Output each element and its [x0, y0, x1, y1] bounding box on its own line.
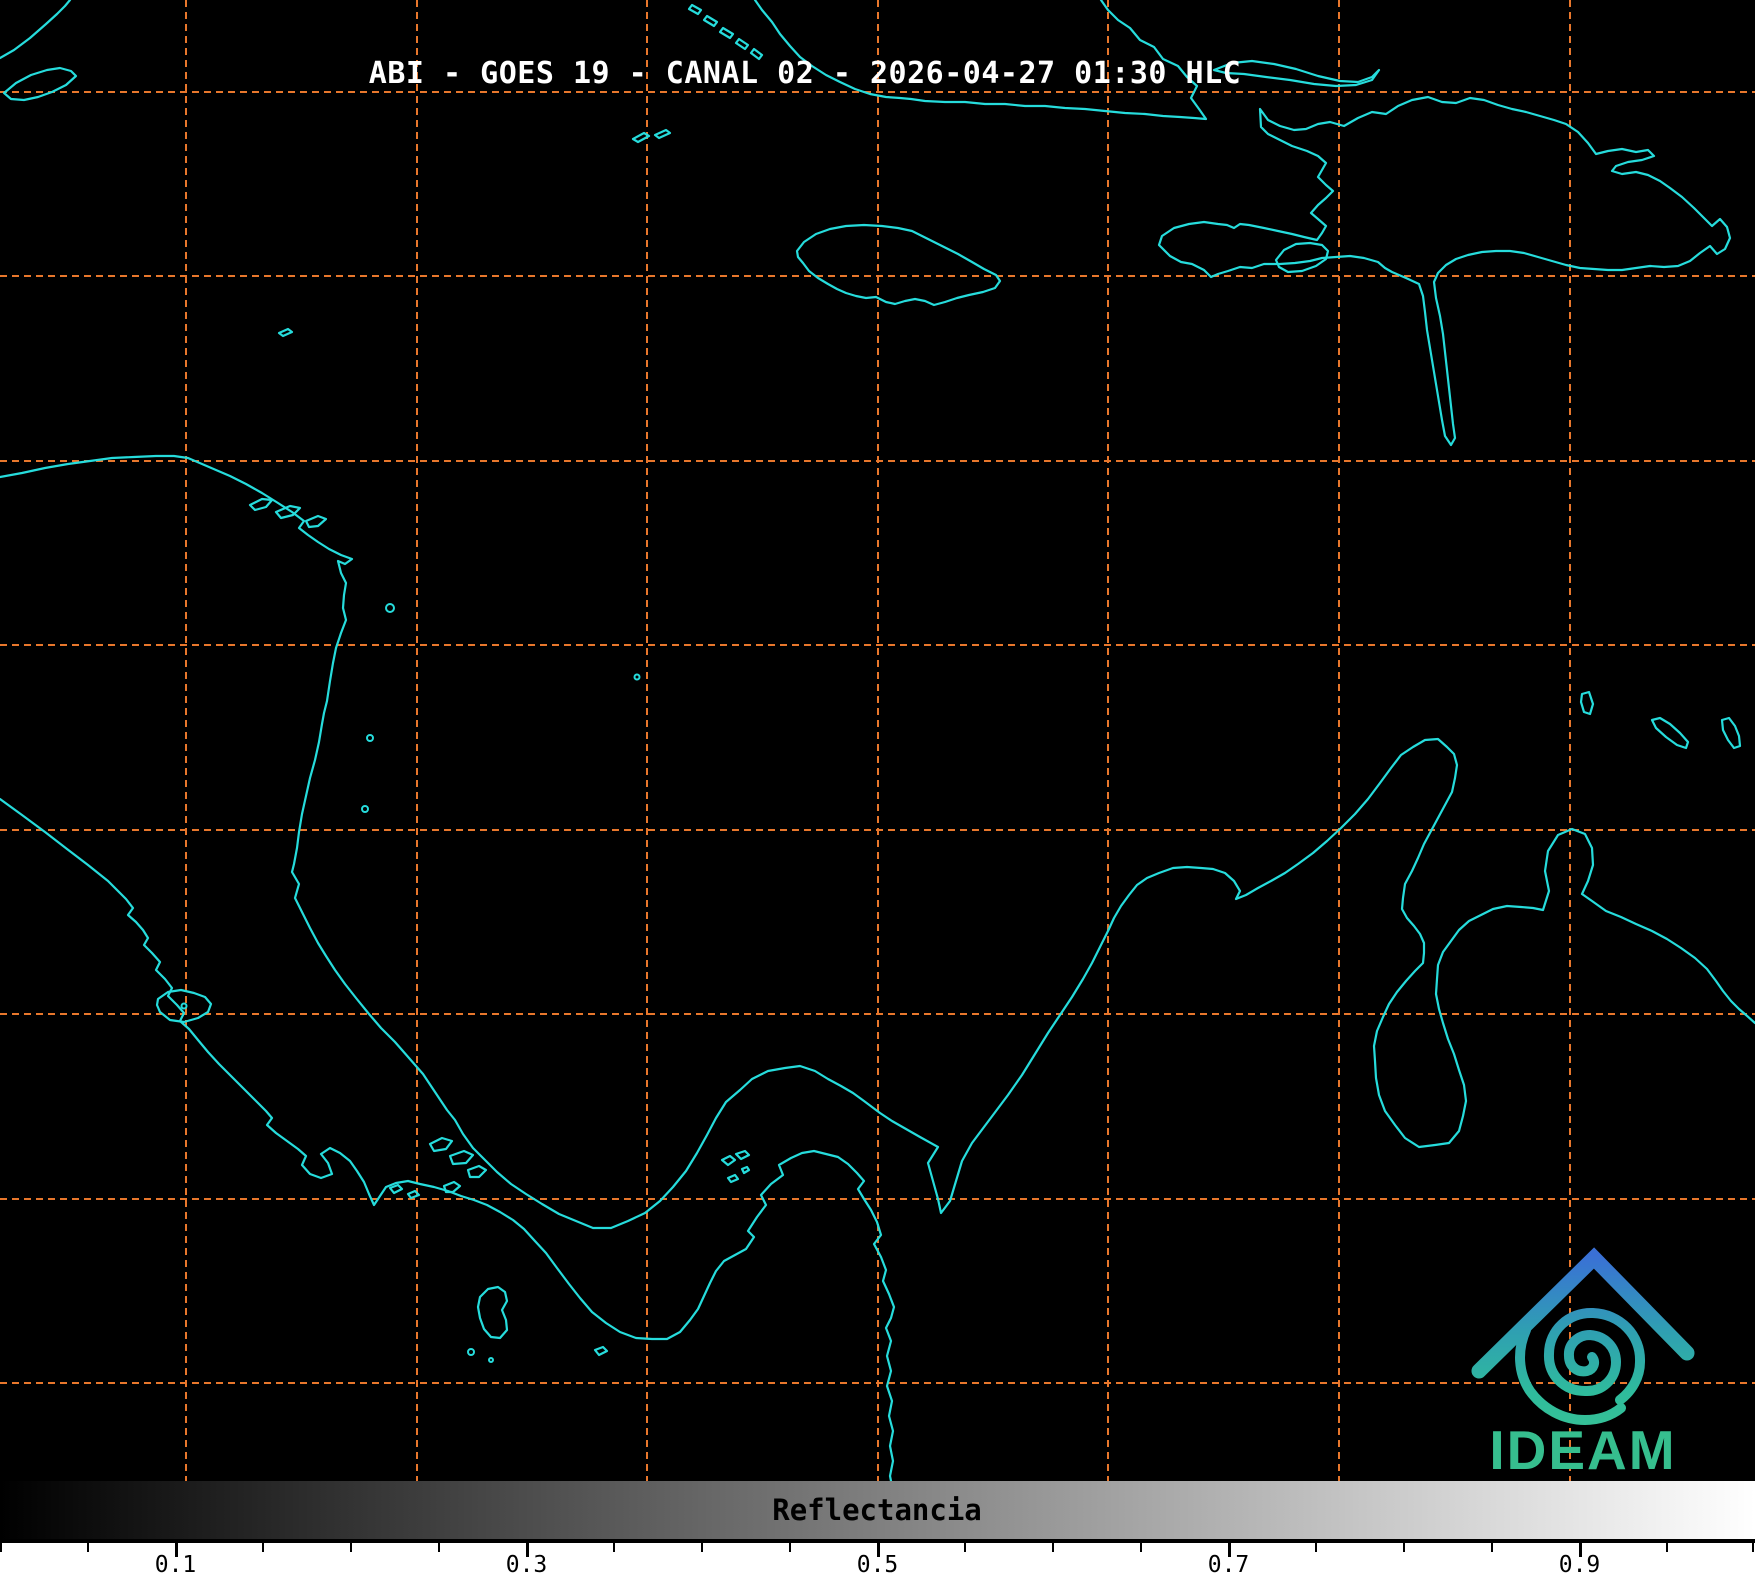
colorbar-tick — [1666, 1543, 1669, 1552]
ideam-logo: IDEAM — [1471, 1247, 1695, 1481]
coast-cuba-key-1 — [687, 3, 703, 16]
colorbar-tick — [613, 1543, 616, 1552]
coast-cayman-brac — [631, 131, 651, 144]
colorbar-tick-label: 0.7 — [1207, 1552, 1250, 1577]
colorbar-tick — [262, 1543, 265, 1552]
coast-cuba-key-3 — [718, 26, 735, 40]
coast-isla-juventud — [2, 66, 78, 102]
coast-bocas-island-3 — [466, 1164, 488, 1179]
colorbar-tick — [701, 1543, 703, 1552]
satellite-image-viewport: IDEAM ABI - GOES 19 - CANAL 02 - 2026-04… — [0, 0, 1755, 1577]
san-andres-island-dot — [361, 805, 369, 813]
colorbar-tick-label: 0.5 — [856, 1552, 899, 1577]
providencia-island-dot — [366, 734, 374, 742]
satellite-map-canvas: IDEAM — [0, 0, 1755, 1481]
coast-bocas-island-4 — [442, 1180, 462, 1194]
coast-cuba-key-4 — [734, 37, 750, 51]
coast-lake-nicaragua — [155, 988, 213, 1024]
colorbar-tick — [437, 1543, 440, 1552]
coast-jamaica — [795, 223, 1002, 307]
coast-grand-cayman — [277, 327, 294, 338]
colorbar-axis: 0.1 0.3 0.5 0.7 0.9 — [0, 1543, 1755, 1577]
colorbar-tick — [1403, 1543, 1405, 1552]
colorbar-tick — [0, 1543, 2, 1552]
colorbar-tick — [1315, 1543, 1318, 1552]
coast-bocas-island-2 — [448, 1149, 475, 1166]
ideam-logo-text: IDEAM — [1489, 1419, 1676, 1481]
coast-hispaniola — [1157, 95, 1732, 447]
coast-roatan — [248, 497, 274, 512]
coiba-small-island-dot — [467, 1348, 475, 1356]
coast-bay-island — [304, 514, 328, 529]
coast-pearl-island-3 — [726, 1173, 740, 1184]
coast-pearl-island-4 — [740, 1165, 751, 1175]
coast-chiriqui-island-1 — [388, 1183, 404, 1195]
colorbar-tick-label: 0.1 — [154, 1552, 197, 1577]
coast-pearl-island-2 — [734, 1149, 751, 1161]
colorbar-tick-label: 0.9 — [1558, 1552, 1601, 1577]
coast-cuba-key-2 — [702, 14, 719, 28]
colorbar-tick — [86, 1543, 89, 1552]
coiba-small-island-dot-2 — [488, 1357, 494, 1363]
colorbar-tick — [350, 1543, 352, 1552]
coast-azuero-islet — [593, 1345, 609, 1357]
colorbar-tick — [788, 1543, 791, 1552]
graticule — [0, 0, 1755, 1481]
colorbar-tick-label: 0.3 — [505, 1552, 548, 1577]
colorbar-tick — [1139, 1543, 1142, 1552]
coast-pearl-island-1 — [720, 1154, 737, 1167]
coast-aruba — [1579, 690, 1595, 716]
image-title: ABI - GOES 19 - CANAL 02 - 2026-04-27 01… — [368, 56, 1242, 91]
ideam-spiral-icon — [1544, 1308, 1645, 1405]
islet-dot — [385, 603, 395, 613]
ometepe-island-dot — [180, 1002, 188, 1010]
coast-chiriqui-island-2 — [406, 1189, 421, 1200]
colorbar-tick — [1052, 1543, 1054, 1552]
colorbar-tick — [1752, 1543, 1754, 1552]
colorbar-tick — [964, 1543, 967, 1552]
colorbar-label: Reflectancia — [772, 1493, 982, 1527]
islet-dot-2 — [633, 673, 641, 681]
coast-curacao — [1650, 716, 1690, 750]
reflectance-colorbar: Reflectancia — [0, 1481, 1755, 1543]
colorbar-tick — [1490, 1543, 1493, 1552]
coast-little-cayman — [653, 128, 672, 140]
coast-bonaire — [1720, 716, 1742, 750]
coast-coiba-island — [476, 1285, 509, 1340]
coast-bocas-island-1 — [428, 1136, 454, 1153]
coast-cuba-northwest-fragment — [0, 0, 72, 60]
